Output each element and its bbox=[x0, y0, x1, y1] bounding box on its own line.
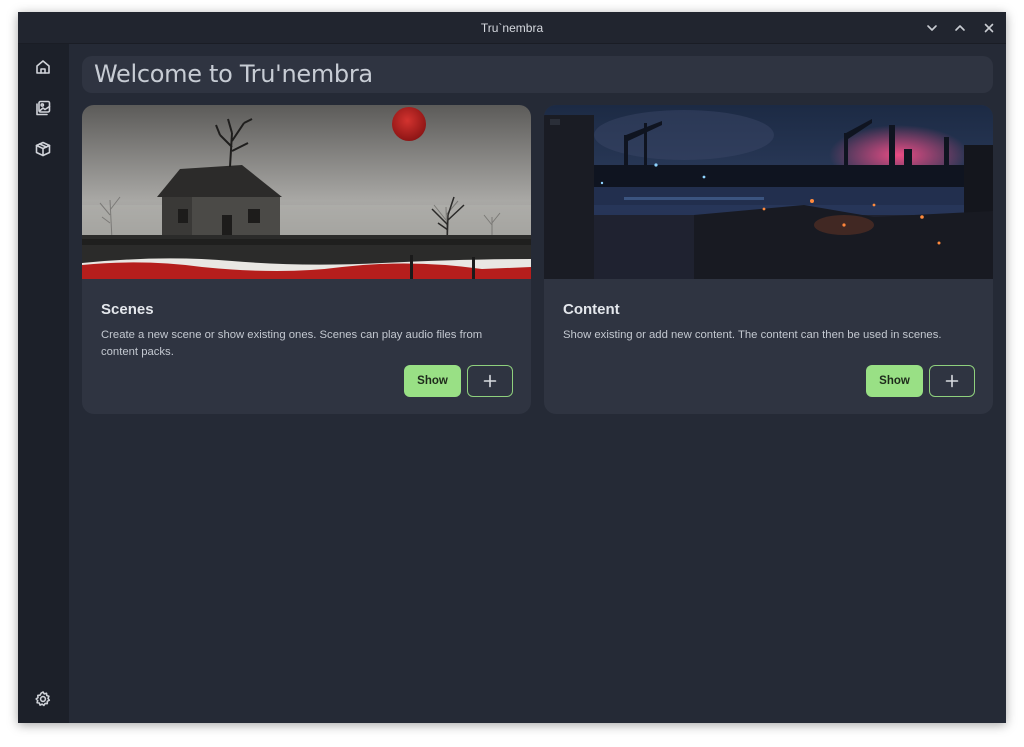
content-card-image bbox=[544, 105, 993, 279]
plus-icon bbox=[483, 374, 497, 388]
chevron-up-icon bbox=[955, 25, 965, 31]
gear-icon bbox=[35, 691, 51, 707]
scenes-card: Scenes Create a new scene or show existi… bbox=[82, 105, 531, 414]
window-title: Tru`nembra bbox=[480, 21, 544, 35]
settings-button[interactable] bbox=[30, 686, 56, 712]
packages-icon bbox=[35, 141, 51, 157]
plus-icon bbox=[945, 374, 959, 388]
close-button[interactable] bbox=[980, 19, 998, 37]
sidebar-item-home[interactable] bbox=[30, 54, 56, 80]
sidebar-item-images[interactable] bbox=[30, 95, 56, 121]
page-title: Welcome to Tru'nembra bbox=[82, 56, 993, 93]
content-add-button[interactable] bbox=[929, 365, 975, 397]
chevron-down-icon bbox=[927, 25, 937, 31]
main-content: Welcome to Tru'nembra Scenes Create a ne… bbox=[69, 44, 1006, 723]
maximize-button[interactable] bbox=[951, 19, 969, 37]
close-icon bbox=[984, 23, 994, 33]
app-window: Tru`nembra Welcome to Tru'nembra Scenes … bbox=[18, 12, 1006, 723]
minimize-button[interactable] bbox=[923, 19, 941, 37]
scenes-show-button[interactable]: Show bbox=[404, 365, 461, 397]
scenes-card-description: Create a new scene or show existing ones… bbox=[101, 329, 483, 358]
home-icon bbox=[36, 60, 50, 74]
content-card: Content Show existing or add new content… bbox=[544, 105, 993, 414]
scenes-add-button[interactable] bbox=[467, 365, 513, 397]
sidebar-item-packages[interactable] bbox=[30, 136, 56, 162]
scenes-card-image bbox=[82, 105, 531, 279]
sidebar bbox=[18, 44, 69, 723]
title-bar[interactable]: Tru`nembra bbox=[18, 12, 1006, 44]
scenes-card-title: Scenes bbox=[101, 301, 154, 318]
content-show-button[interactable]: Show bbox=[866, 365, 923, 397]
content-card-description: Show existing or add new content. The co… bbox=[563, 329, 942, 341]
images-icon bbox=[36, 100, 51, 116]
content-card-title: Content bbox=[563, 301, 620, 318]
